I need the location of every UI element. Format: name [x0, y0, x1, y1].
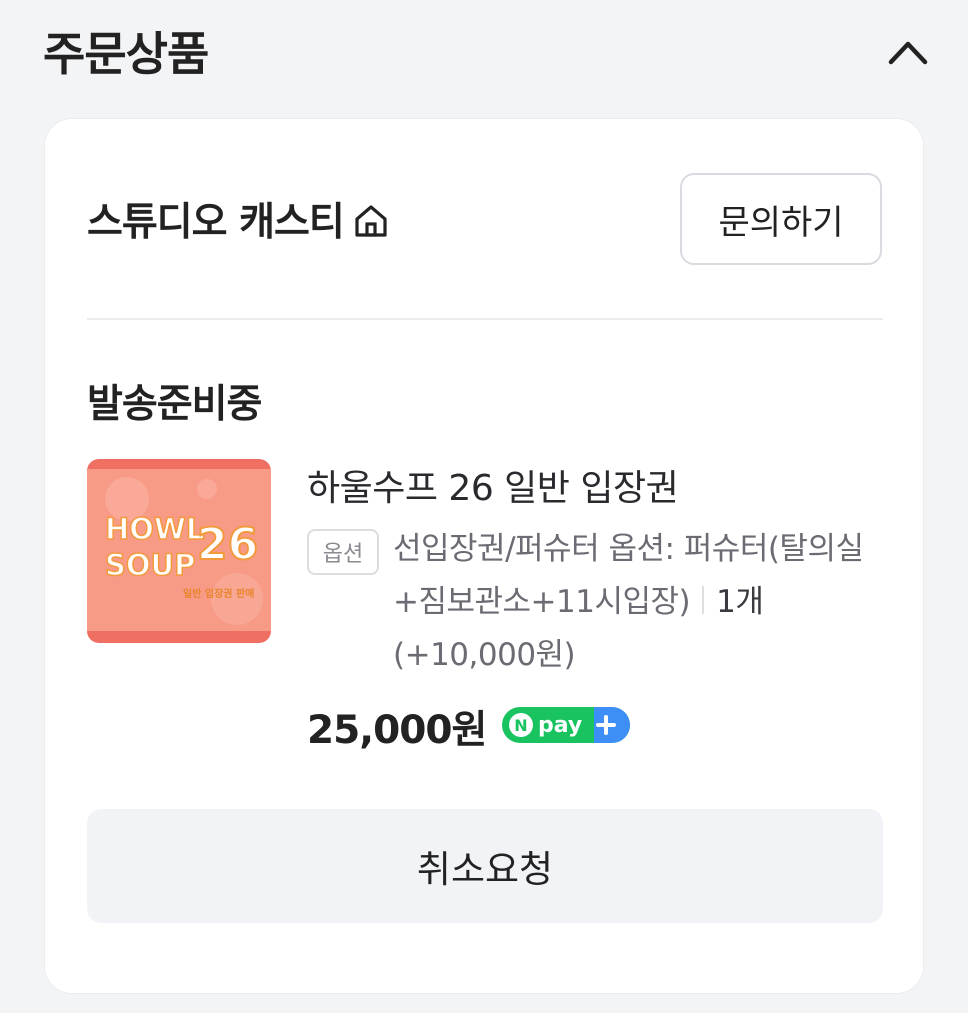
inquiry-button[interactable]: 문의하기: [680, 173, 882, 265]
thumb-caption: 일반 입장권 판매: [183, 587, 254, 600]
thumb-logo-line2: SOUP: [105, 548, 195, 582]
order-item-card: 스튜디오 캐스티 문의하기 발송준비중 HOWL 26 SOUP 일반 입장권 …: [44, 118, 924, 994]
npay-n-letter: N: [515, 716, 528, 735]
product-name[interactable]: 하울수프 26 일반 입장권: [307, 459, 679, 511]
cancel-request-button[interactable]: 취소요청: [87, 809, 883, 923]
section-title: 주문상품: [43, 27, 209, 81]
npay-label: pay: [538, 713, 582, 738]
price: 25,000원: [307, 708, 487, 753]
chevron-up-icon: [888, 41, 928, 65]
divider: [87, 318, 883, 320]
store-name: 스튜디오 캐스티: [87, 200, 345, 245]
option-price: (+10,000원): [393, 637, 576, 673]
separator: [702, 586, 705, 614]
home-icon: [352, 202, 390, 240]
option-badge: 옵션: [307, 529, 379, 575]
store-link[interactable]: 스튜디오 캐스티: [87, 191, 390, 247]
price-row: 25,000원 N pay: [307, 699, 631, 755]
option-details: 선입장권/퍼슈터 옵션: 퍼슈터(탈의실+짐보관소+11시입장) 1개 (+10,…: [393, 523, 883, 682]
thumb-logo-number: 26: [197, 519, 258, 570]
quantity: 1개: [716, 584, 764, 620]
npay-plus-badge: N pay: [502, 706, 631, 748]
thumb-logo-line1: HOWL: [105, 512, 204, 546]
product-thumbnail[interactable]: HOWL 26 SOUP 일반 입장권 판매: [87, 459, 271, 643]
collapse-button[interactable]: [882, 30, 934, 74]
order-status: 발송준비중: [87, 382, 262, 427]
option-description: 선입장권/퍼슈터 옵션: 퍼슈터(탈의실+짐보관소+11시입장): [393, 531, 864, 620]
